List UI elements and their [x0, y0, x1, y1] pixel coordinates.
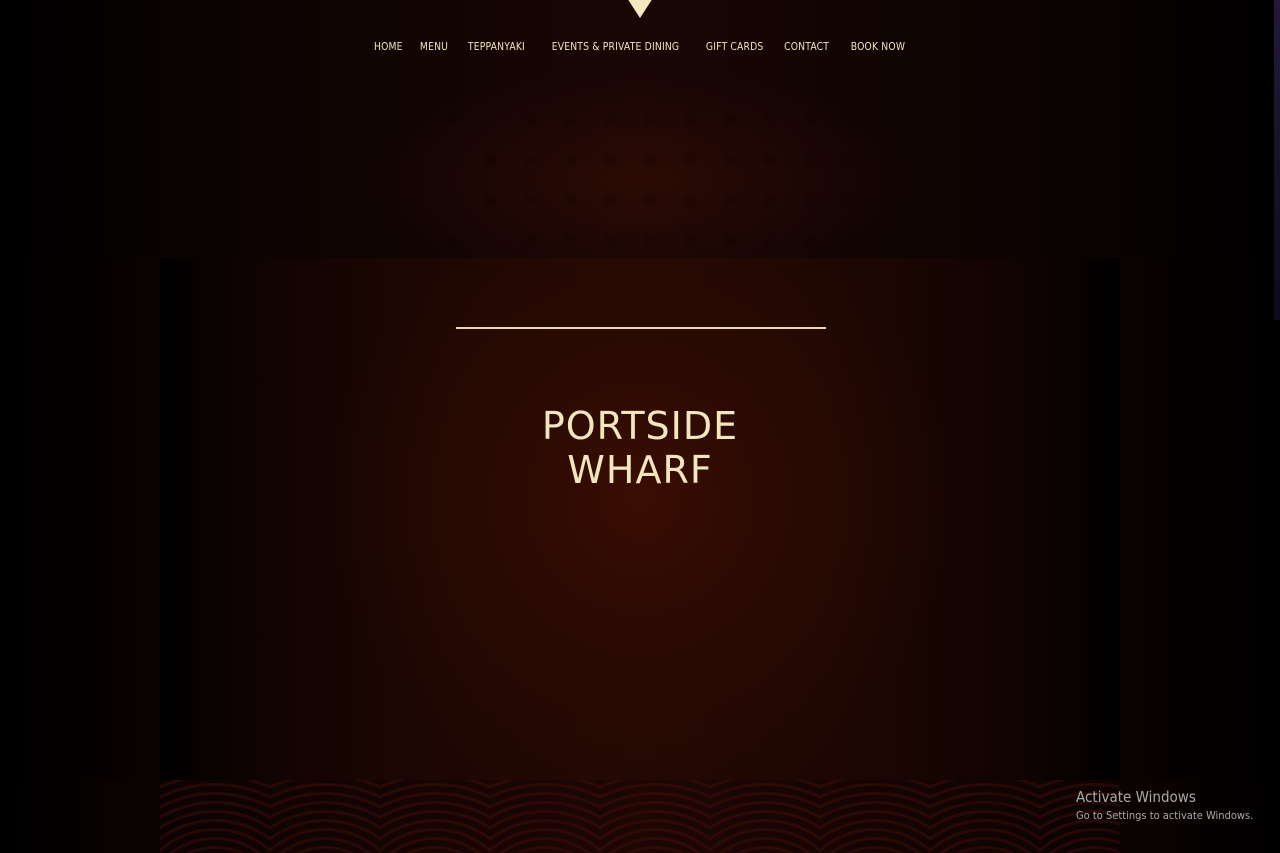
hero-title-line1: PORTSIDE [541, 404, 739, 448]
nav-item-home[interactable]: HOME [373, 40, 402, 54]
nav-item-contact[interactable]: CONTACT [784, 40, 829, 54]
page: HOME MENU TEPPANYAKI EVENTS & PRIVATE DI… [0, 0, 1280, 853]
nav-item-teppanyaki[interactable]: TEPPANYAKI [468, 40, 525, 54]
hero-divider [456, 327, 826, 329]
watermark-title: Activate Windows [1076, 788, 1196, 806]
hero-title: PORTSIDE WHARF [440, 404, 840, 492]
hero-panel [160, 258, 1120, 780]
watermark-subtitle: Go to Settings to activate Windows. [1076, 809, 1254, 822]
nav-item-menu[interactable]: MENU [420, 40, 448, 54]
nav-item-book-now[interactable]: BOOK NOW [850, 40, 904, 54]
hero-title-line2: WHARF [567, 448, 713, 492]
scrollbar[interactable] [1274, 0, 1280, 320]
nav-item-gift-cards[interactable]: GIFT CARDS [706, 40, 764, 54]
main-navigation: HOME MENU TEPPANYAKI EVENTS & PRIVATE DI… [0, 40, 1280, 54]
footer-ring-pattern [160, 780, 1120, 853]
nav-item-events-private-dining[interactable]: EVENTS & PRIVATE DINING [552, 40, 680, 54]
activate-windows-watermark: Activate Windows Go to Settings to activ… [1076, 787, 1273, 825]
header-pattern-band [0, 0, 1280, 260]
header-pattern [430, 100, 850, 260]
